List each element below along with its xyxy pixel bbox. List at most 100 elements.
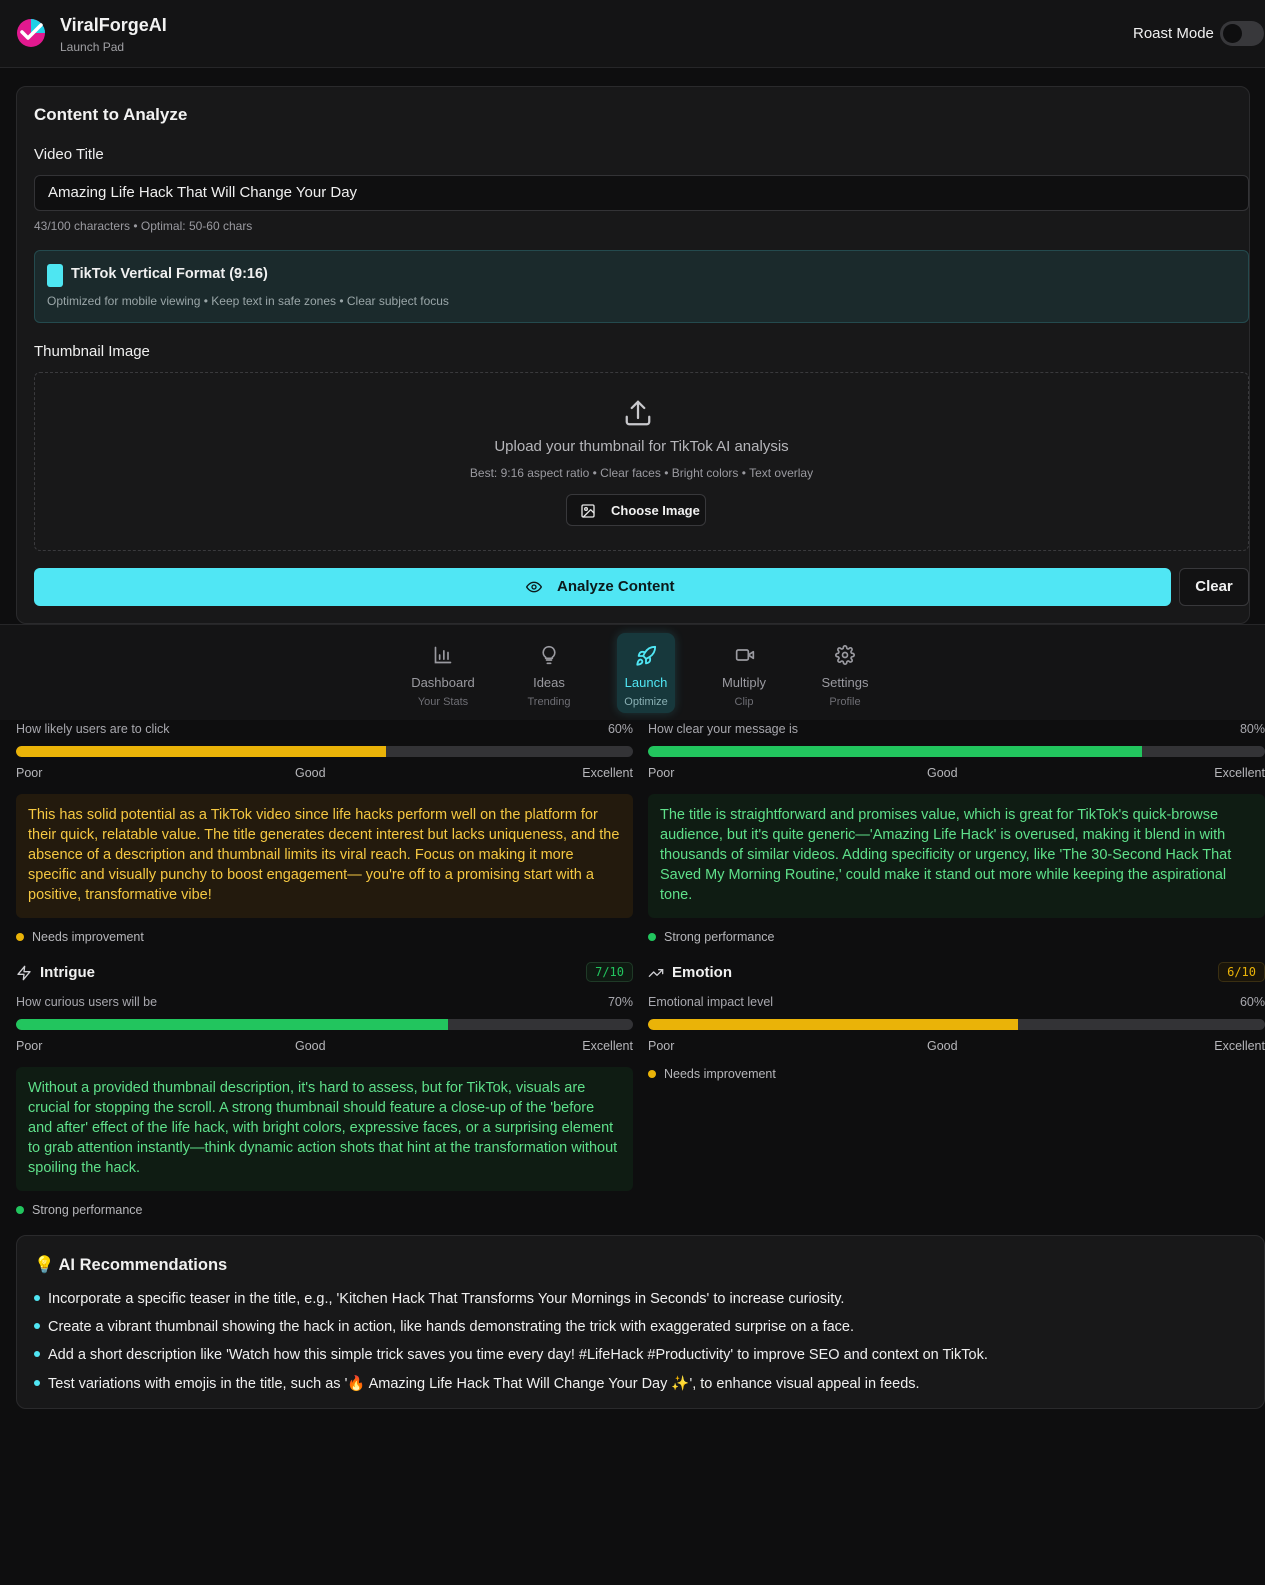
upload-icon [625,400,651,426]
nav-sublabel: Your Stats [417,696,469,708]
toggle-knob [1223,24,1242,43]
bullet-dot [34,1351,40,1357]
clear-button[interactable]: Clear [1179,568,1249,606]
metric-status: Strong performance [16,1203,142,1217]
metric-description: Emotional impact level [648,995,774,1009]
status-dot [16,1206,24,1214]
roast-mode-toggle[interactable] [1220,21,1264,46]
nav-item-ideas[interactable]: Ideas Trending [509,633,589,713]
scale-good: Good [295,766,326,780]
metric-status: Needs improvement [16,930,144,944]
metric-bar [16,746,633,757]
scale-good: Good [927,766,958,780]
lightning-icon [17,965,31,981]
metric-percent: 60% [1239,995,1265,1009]
metric-bar [648,1019,1265,1030]
nav-item-dashboard[interactable]: Dashboard Your Stats [403,633,483,713]
nav-item-launch[interactable]: Launch Optimize [617,633,675,713]
metric-scale: Poor Good Excellent [16,1039,633,1053]
metric-bar [16,1019,633,1030]
metric-percent: 70% [607,995,633,1009]
analyze-label: Analyze Content [557,578,675,595]
thumbnail-label: Thumbnail Image [34,343,150,360]
metric-score-badge: 6/10 [1218,962,1265,982]
metric-emotion: Emotion 6/10 Emotional impact level 60% … [648,962,1265,1084]
video-title-label: Video Title [34,146,104,163]
logo-icon [17,19,45,47]
video-title-input[interactable]: Amazing Life Hack That Will Change Your … [34,175,1249,211]
scale-excellent: Excellent [582,1039,633,1053]
status-text: Strong performance [664,930,775,944]
recommendation-text: Add a short description like 'Watch how … [48,1347,988,1363]
metric-name: Intrigue [40,964,95,981]
format-info-box: TikTok Vertical Format (9:16) Optimized … [34,250,1249,323]
rocket-icon [636,645,657,666]
format-title: TikTok Vertical Format (9:16) [71,266,268,282]
metric-bar-fill [16,746,387,757]
scale-good: Good [295,1039,326,1053]
recommendation-item: Add a short description like 'Watch how … [34,1347,988,1363]
thumbnail-dropzone[interactable]: Upload your thumbnail for TikTok AI anal… [34,372,1249,551]
upload-title: Upload your thumbnail for TikTok AI anal… [494,438,789,455]
gear-icon [835,645,855,665]
recommendation-item: Incorporate a specific teaser in the tit… [34,1291,844,1307]
scale-poor: Poor [16,1039,43,1053]
scale-poor: Poor [16,766,43,780]
nav-label: Multiply [721,675,767,690]
metric-bar-fill [648,1019,1019,1030]
metric-status: Strong performance [648,930,774,944]
analyze-content-button[interactable]: Analyze Content [34,568,1171,606]
nav-sublabel: Profile [829,696,861,708]
video-icon [735,649,755,661]
status-text: Needs improvement [664,1067,776,1081]
scale-poor: Poor [648,1039,675,1053]
status-text: Needs improvement [32,930,144,944]
char-count-hint: 43/100 characters • Optimal: 50-60 chars [34,219,253,233]
metric-scale: Poor Good Excellent [16,766,633,780]
metric-feedback: This has solid potential as a TikTok vid… [16,794,633,918]
brand-name: ViralForgeAI [60,15,167,35]
recommendations-title: 💡 AI Recommendations [34,1256,228,1274]
format-subtitle: Optimized for mobile viewing • Keep text… [47,294,449,308]
metric-percent: 60% [607,722,633,736]
nav-label: Ideas [533,675,565,690]
metric-status: Needs improvement [648,1067,776,1081]
metric-bar [648,746,1265,757]
metric-feedback: The title is straightforward and promise… [648,794,1265,918]
metric-description: How curious users will be [16,995,158,1009]
app-header: ViralForgeAI Launch Pad Roast Mode [0,0,1265,68]
nav-sublabel: Optimize [624,696,668,708]
scale-poor: Poor [648,766,675,780]
status-text: Strong performance [32,1203,143,1217]
metric-click: How likely users are to click 60% Poor G… [16,722,633,944]
choose-image-label: Choose Image [611,503,700,518]
eye-icon [526,581,542,593]
status-dot [648,933,656,941]
recommendation-text: Create a vibrant thumbnail showing the h… [48,1319,855,1335]
nav-label: Dashboard [411,675,475,690]
metric-percent: 80% [1239,722,1265,736]
scale-good: Good [927,1039,958,1053]
scale-excellent: Excellent [1214,1039,1265,1053]
nav-sublabel: Trending [527,696,571,708]
nav-item-settings[interactable]: Settings Profile [805,633,885,713]
scale-excellent: Excellent [582,766,633,780]
roast-mode-label: Roast Mode [1133,25,1214,42]
bullet-dot [34,1295,40,1301]
brand-subtitle: Launch Pad [60,40,125,54]
metric-bar-fill [648,746,1142,757]
scale-excellent: Excellent [1214,766,1265,780]
card-title: Content to Analyze [34,105,188,124]
recommendation-text: Incorporate a specific teaser in the tit… [48,1291,845,1307]
lightbulb-icon [542,645,556,665]
nav-sublabel: Clip [734,696,754,708]
nav-label: Settings [821,675,869,690]
nav-label: Launch [624,675,668,690]
status-dot [648,1070,656,1078]
recommendation-item: Test variations with emojis in the title… [34,1375,920,1392]
metric-name: Emotion [672,964,732,981]
nav-item-multiply[interactable]: Multiply Clip [704,633,784,713]
recommendation-text: Test variations with emojis in the title… [48,1376,920,1392]
metric-bar-fill [16,1019,448,1030]
choose-image-button[interactable]: Choose Image [566,494,706,526]
